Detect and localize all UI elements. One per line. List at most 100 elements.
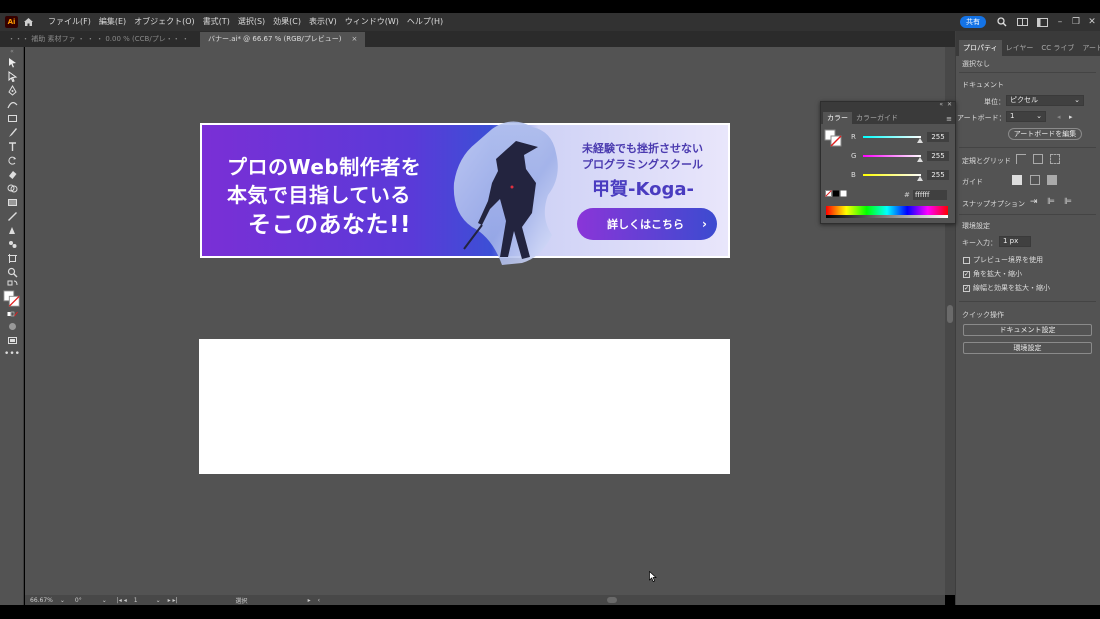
unit-select[interactable]: ピクセル ⌄ bbox=[1006, 95, 1084, 106]
none-black-white-swatches[interactable] bbox=[825, 190, 847, 198]
direct-selection-tool-icon[interactable] bbox=[0, 69, 24, 83]
chevron-down-icon[interactable]: ⌄ bbox=[58, 597, 67, 604]
minimize-icon[interactable]: – bbox=[1052, 17, 1068, 27]
workspace-switcher-icon[interactable] bbox=[1032, 13, 1052, 31]
artboard-blank[interactable] bbox=[199, 339, 730, 474]
tab-color-guide[interactable]: カラーガイド bbox=[852, 112, 902, 124]
tab-layers[interactable]: レイヤー bbox=[1002, 40, 1038, 56]
arrange-documents-icon[interactable] bbox=[1012, 13, 1032, 31]
artboard-number-field[interactable]: 1 bbox=[132, 597, 140, 604]
slider-knob-icon[interactable] bbox=[917, 138, 923, 143]
transparency-grid-icon[interactable] bbox=[1050, 154, 1060, 164]
menu-window[interactable]: ウィンドウ(W) bbox=[341, 13, 403, 31]
swap-fill-stroke-icon[interactable] bbox=[0, 279, 24, 289]
blue-slider[interactable]: B 255 bbox=[851, 170, 949, 181]
scale-strokes-checkbox[interactable]: ✓ 線幅と効果を拡大・縮小 bbox=[963, 283, 1050, 293]
shape-builder-tool-icon[interactable] bbox=[0, 181, 24, 195]
first-artboard-icon[interactable]: |◂ ◂ bbox=[115, 597, 129, 604]
color-panel-header[interactable]: « ✕ bbox=[821, 101, 955, 110]
menu-object[interactable]: オブジェクト(O) bbox=[130, 13, 199, 31]
curvature-tool-icon[interactable] bbox=[0, 97, 24, 111]
slider-knob-icon[interactable] bbox=[917, 157, 923, 162]
menu-edit[interactable]: 編集(E) bbox=[95, 13, 130, 31]
artboard-select[interactable]: 1 ⌄ bbox=[1006, 111, 1046, 122]
eraser-tool-icon[interactable] bbox=[0, 167, 24, 181]
screen-mode-icon[interactable] bbox=[0, 333, 24, 347]
banner-cta-button[interactable]: 詳しくはこちら › bbox=[577, 208, 717, 240]
red-slider[interactable]: R 255 bbox=[851, 132, 949, 143]
menu-help[interactable]: ヘルプ(H) bbox=[403, 13, 447, 31]
green-track[interactable] bbox=[863, 155, 923, 162]
type-tool-icon[interactable] bbox=[0, 139, 24, 153]
close-window-icon[interactable]: ✕ bbox=[1084, 17, 1100, 27]
document-tab-inactive[interactable]: ・・・ 補助 素材ファ ・ ・ ・ 0.00 % (CCB/プレ・・ ・ bbox=[0, 32, 200, 47]
green-value-field[interactable]: 255 bbox=[927, 151, 949, 161]
rotate-view-field[interactable]: 0° bbox=[73, 597, 84, 604]
keyboard-increment-field[interactable]: 1 px bbox=[999, 236, 1031, 247]
restore-icon[interactable]: ❐ bbox=[1068, 17, 1084, 27]
share-button[interactable]: 共有 bbox=[960, 16, 986, 28]
show-guides-icon[interactable] bbox=[1012, 175, 1022, 185]
next-artboard-icon[interactable]: ▸ ▸| bbox=[166, 597, 180, 604]
fill-stroke-swatch[interactable] bbox=[824, 129, 842, 147]
menu-effect[interactable]: 効果(C) bbox=[269, 13, 305, 31]
symbol-sprayer-tool-icon[interactable] bbox=[0, 237, 24, 251]
red-value-field[interactable]: 255 bbox=[927, 132, 949, 142]
grid-icon[interactable] bbox=[1033, 154, 1043, 164]
search-icon[interactable] bbox=[992, 13, 1012, 31]
pen-tool-icon[interactable] bbox=[0, 83, 24, 97]
red-track[interactable] bbox=[863, 136, 923, 143]
prev-artboard-icon[interactable]: ◂ bbox=[1057, 113, 1061, 121]
tab-artboards[interactable]: アートボー bbox=[1078, 40, 1100, 56]
horizontal-scroll-thumb[interactable] bbox=[607, 597, 617, 603]
tab-color[interactable]: カラー bbox=[823, 112, 852, 124]
zoom-tool-icon[interactable] bbox=[0, 265, 24, 279]
menu-view[interactable]: 表示(V) bbox=[305, 13, 341, 31]
snap-to-point-icon[interactable]: ⇥ bbox=[1030, 197, 1038, 207]
document-tab-active[interactable]: バナー.ai* @ 66.67 % (RGB/プレビュー) × bbox=[200, 32, 366, 47]
canvas[interactable]: プロのWeb制作者を 本気で目指している そこのあなた!! 未経験でも挫折させな… bbox=[25, 47, 945, 595]
menu-file[interactable]: ファイル(F) bbox=[44, 13, 95, 31]
fill-stroke-swatch[interactable] bbox=[0, 289, 24, 309]
tab-properties[interactable]: プロパティ bbox=[959, 40, 1002, 56]
panel-menu-icon[interactable]: ≡ bbox=[946, 115, 952, 123]
status-menu-arrow-icon[interactable]: ▸ bbox=[306, 597, 313, 604]
menu-select[interactable]: 選択(S) bbox=[234, 13, 269, 31]
color-mode-icons[interactable] bbox=[0, 309, 24, 319]
green-slider[interactable]: G 255 bbox=[851, 151, 949, 162]
edit-artboards-button[interactable]: アートボードを編集 bbox=[1008, 128, 1082, 140]
next-artboard-icon[interactable]: ▸ bbox=[1069, 113, 1073, 121]
vertical-scroll-thumb[interactable] bbox=[947, 305, 953, 323]
rectangle-tool-icon[interactable] bbox=[0, 111, 24, 125]
horizontal-scroll-left-icon[interactable]: ‹ bbox=[316, 597, 322, 604]
paintbrush-tool-icon[interactable] bbox=[0, 125, 24, 139]
ruler-icon[interactable] bbox=[1016, 154, 1026, 164]
lock-guides-icon[interactable] bbox=[1030, 175, 1040, 185]
chevron-down-icon[interactable]: ⌄ bbox=[154, 597, 163, 604]
document-setup-button[interactable]: ドキュメント設定 bbox=[963, 324, 1092, 336]
smart-guides-icon[interactable] bbox=[1047, 175, 1057, 185]
tab-close-icon[interactable]: × bbox=[351, 32, 357, 47]
blue-value-field[interactable]: 255 bbox=[927, 170, 949, 180]
snap-to-glyph-icon[interactable]: ⊫ bbox=[1064, 197, 1072, 207]
snap-to-pixel-icon[interactable]: ⊫ bbox=[1047, 197, 1055, 207]
eyedropper-tool-icon[interactable] bbox=[0, 209, 24, 223]
puppet-warp-tool-icon[interactable] bbox=[0, 223, 24, 237]
close-panel-icon[interactable]: ✕ bbox=[947, 101, 952, 108]
artboard-tool-icon[interactable] bbox=[0, 251, 24, 265]
hex-value-field[interactable]: ffffff bbox=[913, 190, 947, 200]
drawing-mode-icon[interactable] bbox=[0, 319, 24, 333]
slider-knob-icon[interactable] bbox=[917, 176, 923, 181]
tab-cc-libraries[interactable]: CC ライブ bbox=[1037, 40, 1078, 56]
artboard-banner[interactable]: プロのWeb制作者を 本気で目指している そこのあなた!! 未経験でも挫折させな… bbox=[200, 121, 730, 265]
rotate-tool-icon[interactable] bbox=[0, 153, 24, 167]
grayscale-ramp[interactable] bbox=[826, 215, 948, 218]
collapse-panel-icon[interactable]: « bbox=[939, 101, 943, 108]
selection-tool-icon[interactable] bbox=[0, 55, 24, 69]
preview-bounds-checkbox[interactable]: プレビュー境界を使用 bbox=[963, 255, 1043, 265]
edit-toolbar-icon[interactable]: ••• bbox=[0, 347, 24, 361]
preferences-button[interactable]: 環境設定 bbox=[963, 342, 1092, 354]
chevron-down-icon[interactable]: ⌄ bbox=[100, 597, 109, 604]
scale-corners-checkbox[interactable]: ✓ 角を拡大・縮小 bbox=[963, 269, 1022, 279]
home-icon[interactable] bbox=[18, 13, 38, 31]
